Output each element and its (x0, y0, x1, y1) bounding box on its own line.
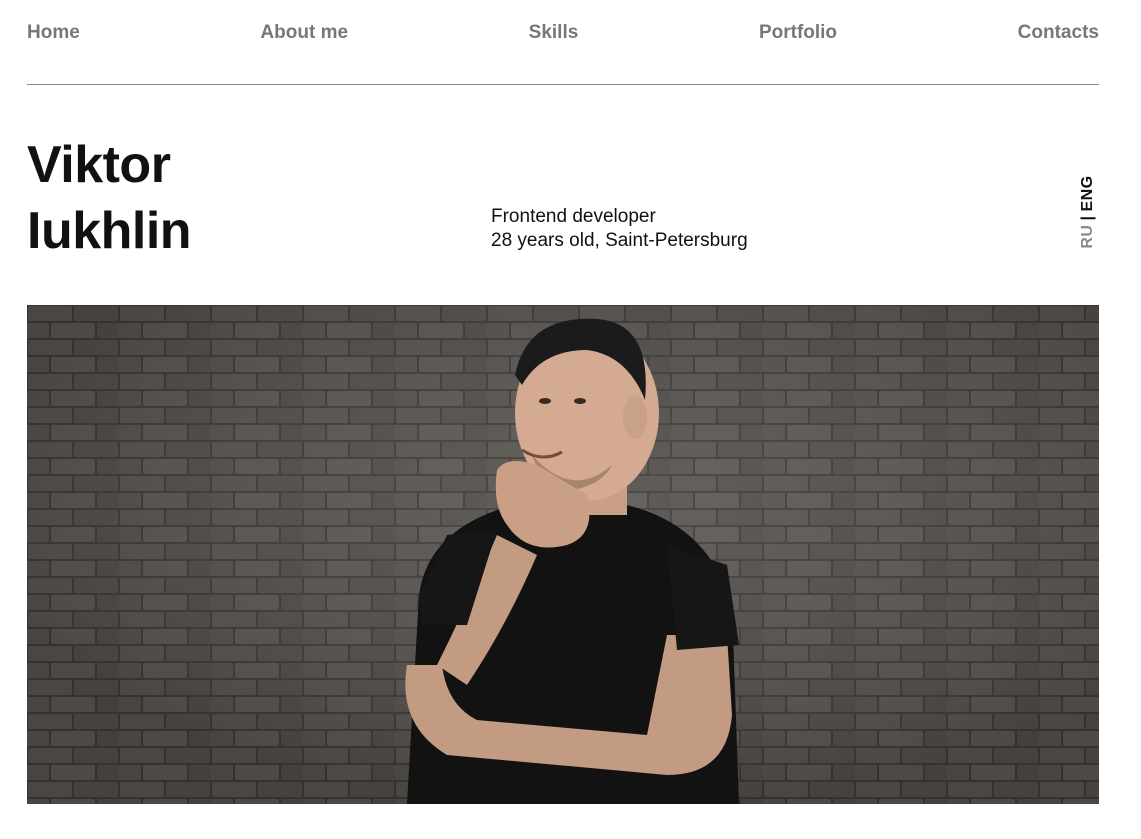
lang-ru-button[interactable]: RU (1079, 225, 1096, 249)
main-nav: Home About me Skills Portfolio Contacts (27, 22, 1099, 44)
nav-home[interactable]: Home (27, 22, 80, 44)
first-name: Viktor (27, 136, 171, 194)
role-text: Frontend developer (491, 206, 656, 227)
nav-contacts[interactable]: Contacts (1018, 22, 1099, 44)
details-text: 28 years old, Saint-Petersburg (491, 230, 748, 251)
header-divider (27, 84, 1099, 85)
nav-about-me[interactable]: About me (260, 22, 348, 44)
portrait-illustration (27, 305, 1099, 804)
last-name: Iukhlin (27, 202, 192, 260)
language-switcher: RU | ENG (1076, 174, 1100, 250)
nav-portfolio[interactable]: Portfolio (759, 22, 837, 44)
lang-separator: | (1079, 215, 1096, 221)
profile-info: Frontend developer 28 years old, Saint-P… (491, 205, 748, 253)
page-title: Viktor Iukhlin (27, 132, 192, 264)
lang-eng-button[interactable]: ENG (1079, 175, 1096, 211)
portrait-photo (27, 305, 1099, 804)
nav-skills[interactable]: Skills (529, 22, 579, 44)
